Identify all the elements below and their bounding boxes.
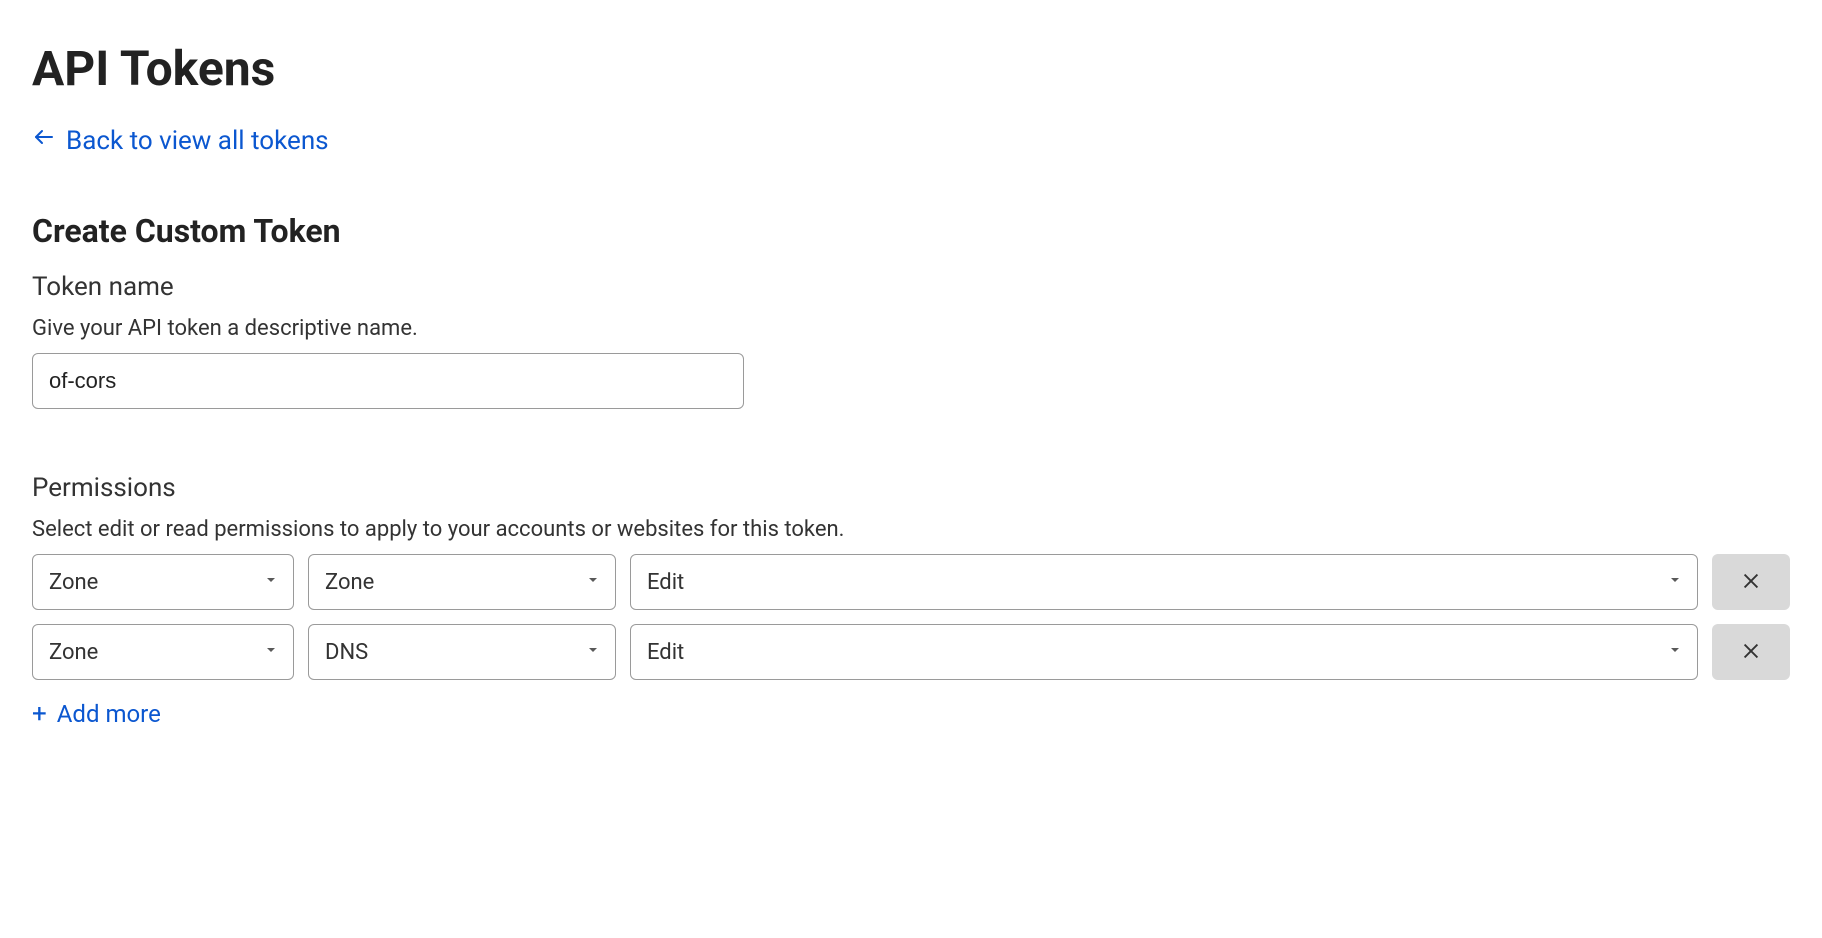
section-title: Create Custom Token xyxy=(32,212,1790,250)
arrow-left-icon xyxy=(32,125,56,156)
back-link[interactable]: Back to view all tokens xyxy=(32,125,329,156)
permission-item-select[interactable]: Zone xyxy=(308,554,616,610)
permission-level-select[interactable]: Edit xyxy=(630,554,1698,610)
remove-permission-button[interactable] xyxy=(1712,624,1790,680)
token-name-label: Token name xyxy=(32,272,1790,302)
token-name-input[interactable] xyxy=(32,353,744,409)
token-name-field: Token name Give your API token a descrip… xyxy=(32,272,1790,409)
permission-item-value: Zone xyxy=(325,570,374,595)
add-permission-button[interactable]: + Add more xyxy=(32,700,161,728)
back-link-label: Back to view all tokens xyxy=(66,126,329,156)
permissions-help: Select edit or read permissions to apply… xyxy=(32,517,1790,542)
permission-scope-value: Zone xyxy=(49,640,98,665)
permission-row: Zone Zone Edit xyxy=(32,554,1790,610)
permission-item-value: DNS xyxy=(325,640,368,665)
permission-item-select[interactable]: DNS xyxy=(308,624,616,680)
permissions-section: Permissions Select edit or read permissi… xyxy=(32,473,1790,728)
caret-down-icon xyxy=(585,642,601,662)
caret-down-icon xyxy=(1667,642,1683,662)
close-icon xyxy=(1740,570,1762,595)
caret-down-icon xyxy=(263,642,279,662)
create-token-form: Create Custom Token Token name Give your… xyxy=(32,212,1790,728)
permission-scope-select[interactable]: Zone xyxy=(32,554,294,610)
permission-level-select[interactable]: Edit xyxy=(630,624,1698,680)
permission-row: Zone DNS Edit xyxy=(32,624,1790,680)
permissions-rows: Zone Zone Edit xyxy=(32,554,1790,680)
page-title: API Tokens xyxy=(32,40,1790,97)
caret-down-icon xyxy=(585,572,601,592)
permissions-label: Permissions xyxy=(32,473,1790,503)
token-name-help: Give your API token a descriptive name. xyxy=(32,316,1790,341)
permission-level-value: Edit xyxy=(647,640,684,665)
add-permission-label: Add more xyxy=(57,700,161,728)
remove-permission-button[interactable] xyxy=(1712,554,1790,610)
permission-scope-select[interactable]: Zone xyxy=(32,624,294,680)
caret-down-icon xyxy=(263,572,279,592)
close-icon xyxy=(1740,640,1762,665)
permission-level-value: Edit xyxy=(647,570,684,595)
permission-scope-value: Zone xyxy=(49,570,98,595)
caret-down-icon xyxy=(1667,572,1683,592)
plus-icon: + xyxy=(32,701,47,727)
